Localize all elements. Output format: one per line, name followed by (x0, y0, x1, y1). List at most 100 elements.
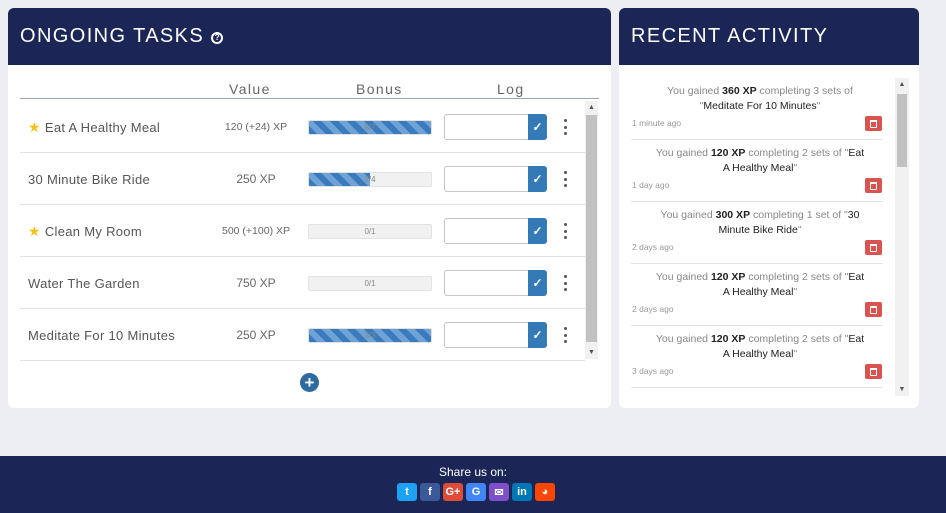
xp-amount: 120 XP (710, 333, 746, 345)
more-options-icon[interactable] (562, 223, 568, 239)
scroll-down-icon[interactable]: ▼ (895, 385, 909, 395)
activity-scrollbar[interactable]: ▲ ▼ (895, 78, 909, 396)
ongoing-tasks-panel: ONGOING TASKS ? Value Bonus Log ★ Eat A H… (8, 8, 611, 408)
linkedin-icon[interactable]: in (512, 483, 532, 501)
more-options-icon[interactable] (562, 119, 568, 135)
log-submit-button[interactable]: ✓ (528, 114, 547, 140)
bonus-progress-label: 8/7 (364, 123, 376, 132)
log-submit-button[interactable]: ✓ (528, 270, 547, 296)
check-icon: ✓ (532, 276, 543, 290)
delete-activity-button[interactable] (865, 302, 882, 317)
trash-icon (870, 367, 877, 376)
task-value: 250 XP (236, 328, 276, 342)
bonus-progress-bar: 8/7 (308, 120, 432, 135)
ongoing-tasks-header: ONGOING TASKS ? (8, 8, 611, 65)
check-icon: ✓ (532, 328, 543, 342)
task-name-label: Meditate For 10 Minutes (28, 327, 176, 343)
activity-text: You gained 360 XP completing 3 sets of "… (667, 85, 853, 112)
delete-activity-button[interactable] (865, 116, 882, 131)
column-header-bonus: Bonus (356, 81, 403, 97)
xp-amount: 120 XP (710, 147, 746, 159)
check-icon: ✓ (532, 224, 543, 238)
xp-amount: 120 XP (710, 271, 746, 283)
bonus-progress-bar: 0/1 (308, 224, 432, 239)
activity-scroll-thumb[interactable] (897, 94, 907, 167)
task-name: Meditate For 10 Minutes (28, 309, 175, 361)
task-row: ★ Clean My Room 500 (+100) XP 0/1 ✓ (20, 205, 585, 257)
more-options-icon[interactable] (562, 327, 568, 343)
activity-item: You gained 120 XP completing 2 sets of "… (631, 326, 883, 388)
trash-icon (870, 305, 877, 314)
task-name: Water The Garden (28, 257, 140, 309)
share-label: Share us on: (438, 465, 508, 479)
log-submit-button[interactable]: ✓ (528, 218, 547, 244)
scroll-up-icon[interactable]: ▲ (895, 80, 909, 90)
trash-icon (870, 243, 877, 252)
task-name: 30 Minute Bike Ride (28, 153, 150, 205)
bonus-progress-bar: 0/1 (308, 276, 432, 291)
tasks-scrollbar[interactable]: ▲ ▼ (585, 101, 598, 359)
log-input[interactable] (444, 270, 528, 296)
delete-activity-button[interactable] (865, 240, 882, 255)
activity-task-name: Meditate For 10 Minutes (703, 100, 817, 112)
log-input[interactable] (444, 166, 528, 192)
activity-timestamp: 2 days ago (632, 242, 674, 252)
share-icons: t f G+ G ✉ in ◕ (0, 483, 946, 501)
tasks-table-header: Value Bonus Log (20, 79, 599, 99)
google-plus-icon[interactable]: G+ (443, 483, 463, 501)
task-name-label: Water The Garden (28, 275, 140, 291)
activity-timestamp: 1 minute ago (632, 118, 682, 128)
log-input[interactable] (444, 218, 528, 244)
activity-text: You gained 120 XP completing 2 sets of "… (655, 271, 865, 298)
log-submit-button[interactable]: ✓ (528, 322, 547, 348)
activity-timestamp: 3 days ago (632, 366, 674, 376)
email-icon[interactable]: ✉ (489, 483, 509, 501)
more-options-icon[interactable] (562, 275, 568, 291)
check-icon: ✓ (532, 120, 543, 134)
task-name: ★ Eat A Healthy Meal (28, 101, 160, 153)
delete-activity-button[interactable] (865, 178, 882, 193)
column-header-value: Value (229, 81, 271, 97)
delete-activity-button[interactable] (865, 364, 882, 379)
star-icon: ★ (28, 222, 41, 239)
scroll-up-icon[interactable]: ▲ (585, 103, 598, 113)
task-row: Water The Garden 750 XP 0/1 ✓ (20, 257, 585, 309)
recent-activity-title: RECENT ACTIVITY (631, 25, 829, 47)
trash-icon (870, 119, 877, 128)
task-name: ★ Clean My Room (28, 205, 142, 257)
activity-item: You gained 360 XP completing 3 sets of "… (631, 78, 883, 140)
activity-text: You gained 300 XP completing 1 set of "3… (660, 209, 860, 236)
bonus-progress-label: 0/1 (364, 227, 376, 236)
activity-timestamp: 2 days ago (632, 304, 674, 314)
log-submit-button[interactable]: ✓ (528, 166, 547, 192)
bonus-progress-bar: 3/3 (308, 328, 432, 343)
google-icon[interactable]: G (466, 483, 486, 501)
activity-text: You gained 120 XP completing 2 sets of "… (655, 147, 865, 174)
task-name-label: 30 Minute Bike Ride (28, 171, 151, 187)
column-header-log: Log (497, 81, 525, 97)
more-options-icon[interactable] (562, 171, 568, 187)
tasks-scroll-thumb[interactable] (586, 115, 597, 342)
help-icon[interactable]: ? (211, 31, 224, 44)
task-value: 750 XP (236, 276, 276, 290)
scroll-down-icon[interactable]: ▼ (585, 348, 598, 358)
recent-activity-header: RECENT ACTIVITY (619, 8, 919, 65)
task-value: 250 XP (236, 172, 276, 186)
log-input[interactable] (444, 322, 528, 348)
bonus-progress-label: 2/4 (364, 175, 376, 184)
xp-amount: 360 XP (722, 85, 757, 97)
recent-activity-panel: RECENT ACTIVITY You gained 360 XP comple… (619, 8, 919, 408)
activity-item: You gained 300 XP completing 1 set of "3… (631, 202, 883, 264)
reddit-icon[interactable]: ◕ (535, 483, 555, 501)
activity-timestamp: 1 day ago (632, 180, 670, 190)
activity-item: You gained 120 XP completing 2 sets of "… (631, 264, 883, 326)
add-task-button[interactable]: + (300, 373, 319, 392)
facebook-icon[interactable]: f (420, 483, 440, 501)
activity-text: You gained 120 XP completing 2 sets of "… (655, 333, 865, 360)
task-name-label: Clean My Room (44, 223, 142, 239)
trash-icon (870, 181, 877, 190)
xp-amount: 300 XP (715, 209, 751, 221)
log-input[interactable] (444, 114, 528, 140)
twitter-icon[interactable]: t (397, 483, 417, 501)
task-row: ★ Eat A Healthy Meal 120 (+24) XP 8/7 ✓ (20, 101, 585, 153)
